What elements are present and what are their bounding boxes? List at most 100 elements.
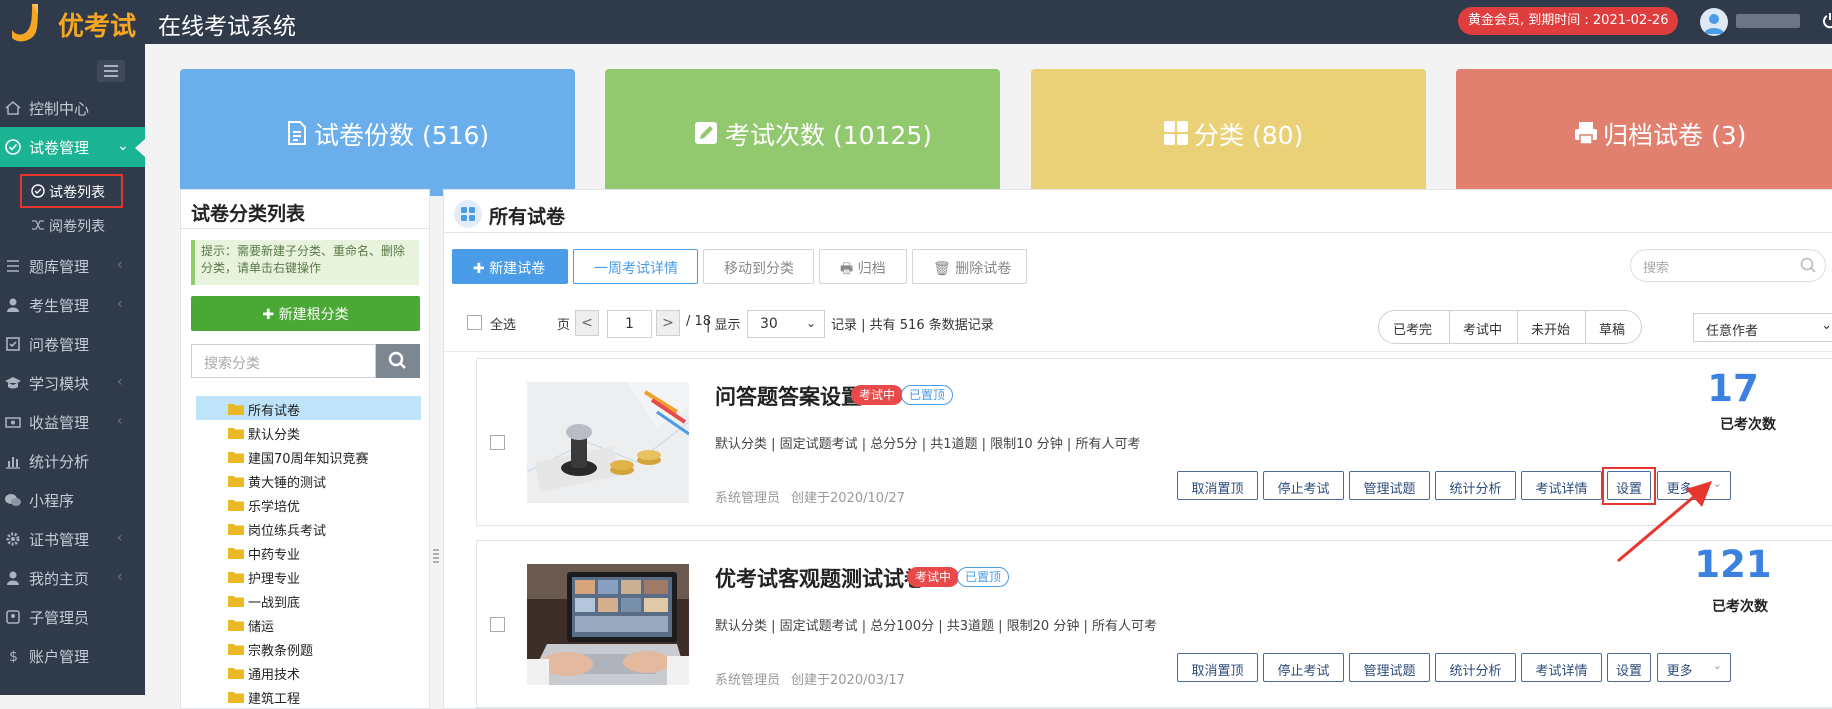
select-all-checkbox[interactable] [467, 315, 482, 330]
filter-draft[interactable]: 草稿 [1585, 311, 1641, 343]
filter-not-started[interactable]: 未开始 [1517, 311, 1585, 343]
category-tree: 所有试卷 默认分类 建国70周年知识竞赛 黄大锤的测试 乐学培优 岗位练兵考试 … [196, 396, 421, 708]
category-item[interactable]: 建筑工程 [196, 684, 421, 708]
page-size-select[interactable]: 30 ⌄ [747, 310, 825, 338]
filter-finished[interactable]: 已考完 [1379, 311, 1449, 343]
status-badge: 考试中 [851, 385, 904, 405]
chevron-down-icon: ⌄ [117, 138, 129, 154]
category-search-input[interactable]: 搜索分类 [191, 344, 376, 378]
archive-button[interactable]: 🖶 归档 [819, 249, 907, 284]
chevron-down-icon: ⌄ [805, 316, 816, 330]
stat-tile-category-count[interactable]: 分类 (80) [1031, 69, 1426, 196]
exam-thumbnail[interactable] [527, 382, 689, 503]
stat-tile-exam-count[interactable]: 试卷份数 (516) [180, 69, 575, 196]
category-item[interactable]: 黄大锤的测试 [196, 468, 421, 492]
more-button[interactable]: 更多 ⌄ [1657, 653, 1731, 682]
unpin-button[interactable]: 取消置顶 [1177, 653, 1258, 682]
membership-badge[interactable]: 黄金会员, 到期时间 : 2021-02-26 [1458, 7, 1679, 35]
stop-exam-button[interactable]: 停止考试 [1263, 653, 1344, 682]
statistics-button[interactable]: 统计分析 [1435, 653, 1516, 682]
category-item[interactable]: 护理专业 [196, 564, 421, 588]
chevron-left-icon: ‹ [117, 530, 123, 546]
sidebar-item-certificates[interactable]: 证书管理 ‹ [0, 519, 145, 559]
category-item[interactable]: 一战到底 [196, 588, 421, 612]
user-avatar[interactable] [1700, 8, 1728, 36]
exam-title[interactable]: 问答题答案设置 [715, 381, 862, 411]
delete-exam-button[interactable]: 🗑 删除试卷 [912, 249, 1027, 284]
settings-button[interactable]: 设置 [1607, 653, 1651, 682]
exam-details-button[interactable]: 考试详情 [1521, 653, 1602, 682]
sidebar-subitem-grading-list[interactable]: 阅卷列表 [0, 208, 145, 242]
chevron-left-icon: ‹ [117, 296, 123, 312]
sidebar-item-candidates[interactable]: 考生管理 ‹ [0, 285, 145, 325]
folder-icon [228, 548, 244, 559]
category-item[interactable]: 默认分类 [196, 420, 421, 444]
exam-meta: 默认分类 | 固定试题考试 | 总分100分 | 共3道题 | 限制20 分钟 … [715, 619, 1157, 634]
sidebar-item-surveys[interactable]: 问卷管理 [0, 324, 145, 364]
sidebar-item-learning[interactable]: 学习模块 ‹ [0, 363, 145, 403]
category-search-button[interactable] [376, 344, 420, 378]
chevron-left-icon: ‹ [117, 569, 123, 585]
attempt-count: 17 [1707, 367, 1759, 410]
manage-questions-button[interactable]: 管理试题 [1349, 653, 1430, 682]
sidebar-item-sub-admins[interactable]: 子管理员 [0, 597, 145, 637]
folder-icon [228, 692, 244, 703]
exam-search-input[interactable]: 搜索 [1630, 249, 1826, 282]
logout-icon[interactable] [1822, 12, 1832, 30]
bar-chart-icon [6, 457, 20, 469]
category-item[interactable]: 岗位练兵考试 [196, 516, 421, 540]
manage-questions-button[interactable]: 管理试题 [1349, 471, 1430, 500]
sidebar-item-statistics[interactable]: 统计分析 [0, 441, 145, 481]
exam-title[interactable]: 优考试客观题测试试卷 [715, 563, 925, 593]
category-item[interactable]: 储运 [196, 612, 421, 636]
printer-icon [1575, 121, 1597, 145]
exam-thumbnail[interactable] [527, 564, 689, 685]
stop-exam-button[interactable]: 停止考试 [1263, 471, 1344, 500]
exam-details-button[interactable]: 考试详情 [1521, 471, 1602, 500]
filter-in-progress[interactable]: 考试中 [1449, 311, 1517, 343]
document-icon [288, 120, 306, 145]
wechat-icon [5, 494, 21, 506]
sidebar-item-account[interactable]: $ 账户管理 [0, 636, 145, 676]
exam-checkbox[interactable] [490, 435, 505, 450]
prev-page-button[interactable]: < [575, 310, 599, 336]
author-select[interactable]: 任意作者 ⌄ [1693, 313, 1832, 342]
sidebar-item-mini-program[interactable]: 小程序 [0, 480, 145, 520]
next-page-button[interactable]: > [656, 310, 680, 336]
page-number-input[interactable]: 1 [607, 310, 652, 338]
stat-tile-archived-count[interactable]: 归档试卷 (3) [1456, 69, 1832, 196]
username-redacted[interactable] [1736, 14, 1800, 28]
category-item[interactable]: 通用技术 [196, 660, 421, 684]
sidebar-item-exam-management[interactable]: 试卷管理 ⌄ [0, 127, 145, 167]
category-item[interactable]: 宗教条例题 [196, 636, 421, 660]
statistics-button[interactable]: 统计分析 [1435, 471, 1516, 500]
search-icon [388, 351, 406, 369]
category-item[interactable]: 建国70周年知识竞赛 [196, 444, 421, 468]
sidebar-item-question-bank[interactable]: 题库管理 ‹ [0, 246, 145, 286]
exam-checkbox[interactable] [490, 617, 505, 632]
new-root-category-button[interactable]: ✚ 新建根分类 [191, 296, 420, 331]
folder-icon [228, 644, 244, 655]
menu-toggle-button[interactable] [97, 60, 125, 82]
sidebar-item-revenue[interactable]: 收益管理 ‹ [0, 402, 145, 442]
search-icon[interactable] [1799, 256, 1817, 274]
resize-handle-icon[interactable] [431, 547, 441, 567]
chevron-left-icon: ‹ [117, 374, 123, 390]
category-item[interactable]: 乐学培优 [196, 492, 421, 516]
status-filter-group: 已考完 考试中 未开始 草稿 [1378, 310, 1642, 344]
plus-icon: ✚ [473, 261, 490, 277]
category-item[interactable]: 所有试卷 [196, 396, 421, 420]
sidebar-item-my-homepage[interactable]: 我的主页 ‹ [0, 558, 145, 598]
folder-icon [228, 596, 244, 607]
new-exam-button[interactable]: ✚ 新建试卷 [452, 249, 568, 284]
unpin-button[interactable]: 取消置顶 [1177, 471, 1258, 500]
highlight-exam-list [20, 174, 123, 208]
grid-icon [1164, 120, 1188, 145]
move-to-category-button[interactable]: 移动到分类 [703, 249, 814, 284]
category-item[interactable]: 中药专业 [196, 540, 421, 564]
week-exam-details-button[interactable]: 一周考试详情 [573, 249, 698, 284]
sidebar-item-dashboard[interactable]: 控制中心 [0, 88, 145, 128]
stat-tile-attempt-count[interactable]: 考试次数 (10125) [605, 69, 1000, 196]
chevron-down-icon: ⌄ [1821, 318, 1832, 333]
user-icon [7, 571, 19, 585]
